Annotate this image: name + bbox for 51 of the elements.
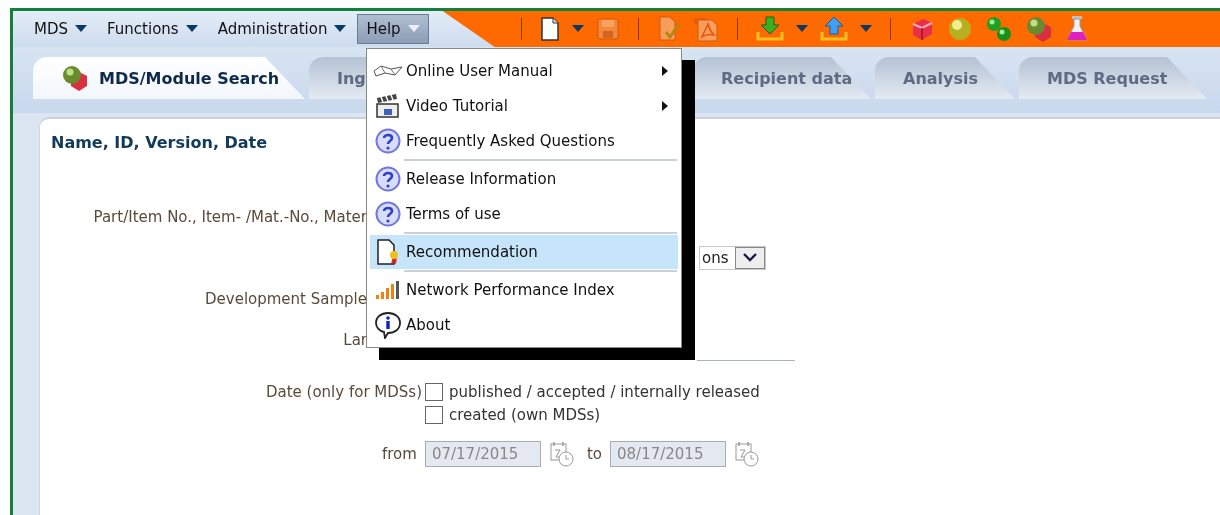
caret-icon xyxy=(185,25,198,33)
checkbox[interactable] xyxy=(425,406,443,424)
checkbox-label: published / accepted / internally released xyxy=(449,383,760,401)
menu-item[interactable]: Terms of use xyxy=(370,197,678,231)
checkbox[interactable] xyxy=(425,383,443,401)
download-icon[interactable] xyxy=(755,16,784,42)
book-icon xyxy=(373,64,403,78)
molecules-icon[interactable] xyxy=(984,15,1013,43)
calendar-clock-icon[interactable] xyxy=(734,441,760,467)
menu-item[interactable]: About xyxy=(370,308,678,342)
field-label: Development Sample xyxy=(204,289,367,308)
menu-item[interactable]: MDS xyxy=(25,14,96,44)
tab[interactable]: Analysis xyxy=(875,57,1015,99)
caret-icon xyxy=(75,25,87,33)
certificate-icon xyxy=(375,238,401,266)
menu-item[interactable]: Frequently Asked Questions xyxy=(370,124,678,158)
menu-item[interactable]: Functions xyxy=(98,14,207,44)
help-icon xyxy=(375,201,401,227)
help-icon xyxy=(375,128,401,154)
menu-item[interactable]: Network Performance Index xyxy=(370,273,678,307)
chevron-down-icon xyxy=(742,253,757,262)
tab-icon xyxy=(61,64,89,92)
menu-item[interactable]: Recommendation xyxy=(370,235,678,269)
menu-item[interactable]: Video Tutorial xyxy=(370,89,678,123)
menu-item[interactable]: Release Information xyxy=(370,162,678,196)
calendar-clock-icon[interactable] xyxy=(548,441,575,467)
help-icon xyxy=(375,166,401,192)
menu-item[interactable]: Administration xyxy=(208,14,356,44)
info-icon xyxy=(374,311,402,339)
tab[interactable]: MDS/Module Search xyxy=(33,57,305,99)
section-title: Name, ID, Version, Date xyxy=(51,133,268,152)
field-label: Part/Item No., Item- /Mat.-No., Mater xyxy=(92,207,367,226)
sphere-icon[interactable] xyxy=(946,16,973,42)
new-document-icon[interactable] xyxy=(539,17,560,41)
upload-icon[interactable] xyxy=(819,16,848,42)
from-label: from xyxy=(382,445,417,463)
field-label: Date (only for MDSs) xyxy=(265,383,422,401)
clapboard-icon xyxy=(375,93,401,119)
caret-icon xyxy=(407,25,420,33)
sphere-cube-icon[interactable] xyxy=(1024,15,1053,43)
dropdown-field[interactable]: ons xyxy=(699,245,766,270)
signal-bars-icon xyxy=(375,280,401,300)
menu-item[interactable]: Help xyxy=(357,14,429,44)
tab[interactable]: Recipient data xyxy=(693,57,871,99)
tab[interactable]: MDS Request xyxy=(1019,57,1207,99)
flask-icon[interactable] xyxy=(1064,15,1089,43)
menu-item[interactable]: Online User Manual xyxy=(370,54,678,88)
caret-icon xyxy=(334,25,347,33)
to-label: to xyxy=(586,445,602,463)
checkbox-label: created (own MDSs) xyxy=(449,406,601,424)
field-label: Lar xyxy=(342,330,367,349)
